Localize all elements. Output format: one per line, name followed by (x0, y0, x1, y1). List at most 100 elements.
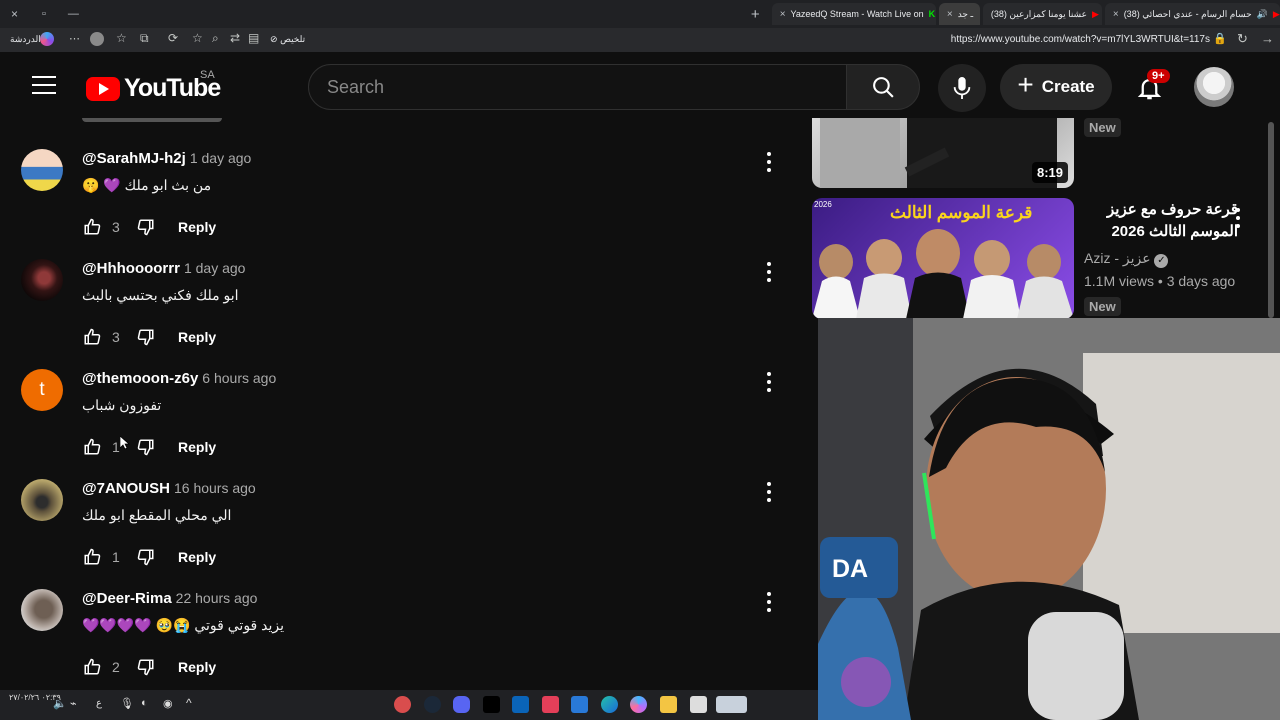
reply-button[interactable]: Reply (178, 329, 216, 345)
tray-icon-2[interactable]: ◉ (163, 697, 173, 710)
dislike-button[interactable] (136, 437, 156, 457)
menu-icon[interactable] (32, 76, 56, 94)
comment-menu-icon[interactable] (767, 262, 773, 282)
store-icon[interactable] (571, 696, 588, 713)
author-handle[interactable]: @Deer-Rima (82, 590, 172, 607)
comment-author[interactable]: @Hhhoooorrr 1 day ago (82, 260, 245, 277)
wifi-icon[interactable]: ⌁ (70, 697, 77, 710)
reload-icon[interactable]: ↻ (1237, 31, 1248, 47)
minimize-window-icon[interactable]: — (68, 8, 79, 20)
page-scrollbar[interactable] (1268, 122, 1274, 318)
author-handle[interactable]: @themooon-z6y (82, 370, 198, 387)
search-button[interactable] (846, 64, 920, 110)
video-title[interactable]: قرعة حروف مع عزيز الموسم الثالث 2026 (1084, 199, 1238, 243)
tab-youtube-active[interactable]: × ـ جد (938, 3, 980, 25)
show-hidden-icons[interactable]: ^ (186, 696, 192, 710)
comment-time[interactable]: 1 day ago (190, 150, 252, 166)
video-menu-icon[interactable] (1236, 208, 1242, 228)
comment-menu-icon[interactable] (767, 372, 773, 392)
author-handle[interactable]: @7ANOUSH (82, 480, 170, 497)
back-icon[interactable]: → (1261, 31, 1274, 46)
app-icon-2[interactable] (690, 696, 707, 713)
like-button[interactable] (82, 327, 102, 347)
summarize-button[interactable]: ⊘ تلخيص (270, 34, 305, 45)
microphone-status-icon[interactable]: 🎙 (120, 697, 134, 710)
comment-author[interactable]: @7ANOUSH 16 hours ago (82, 480, 256, 497)
translate-icon[interactable]: ⇄ (230, 31, 240, 45)
speaker-icon[interactable]: 🔊 (1257, 9, 1268, 20)
comment-author[interactable]: @themooon-z6y 6 hours ago (82, 370, 276, 387)
recommended-video-thumbnail[interactable]: 8:19 (812, 118, 1074, 188)
favorite-star-icon[interactable]: ☆ (192, 31, 203, 45)
tab-close-icon[interactable]: × (780, 9, 786, 20)
create-button[interactable]: + Create (1000, 64, 1112, 110)
comment-time[interactable]: 6 hours ago (202, 370, 276, 386)
restore-window-icon[interactable]: ▫ (42, 8, 46, 20)
tab-close-icon[interactable]: × (1113, 9, 1119, 20)
reply-button[interactable]: Reply (178, 219, 216, 235)
search-input[interactable]: Search (308, 64, 848, 110)
comment-avatar[interactable]: t (21, 369, 63, 411)
gift-app-icon[interactable] (542, 696, 559, 713)
extensions-icon[interactable]: ⧉ (140, 31, 149, 46)
thumbs-up-icon (84, 658, 101, 675)
reply-button[interactable]: Reply (178, 659, 216, 675)
dislike-button[interactable] (136, 327, 156, 347)
copilot-app-icon[interactable] (630, 696, 647, 713)
like-button[interactable] (82, 217, 102, 237)
like-button[interactable] (82, 547, 102, 567)
like-button[interactable] (82, 437, 102, 457)
tab-youtube-farmers[interactable]: (38) عشنا يومنا كمزارعين ▶ (982, 3, 1102, 25)
comment-avatar[interactable] (21, 259, 63, 301)
comment-time[interactable]: 22 hours ago (176, 590, 258, 606)
outlook-icon[interactable] (512, 696, 529, 713)
file-explorer-icon[interactable] (660, 696, 677, 713)
dislike-button[interactable] (136, 217, 156, 237)
new-tab-button[interactable]: + (751, 6, 760, 23)
capcut-icon[interactable] (483, 696, 500, 713)
comment-menu-icon[interactable] (767, 152, 773, 172)
reader-icon[interactable]: ▤ (248, 31, 259, 45)
comment-avatar[interactable] (21, 479, 63, 521)
chat-label[interactable]: الدردشة (10, 34, 41, 45)
like-button[interactable] (82, 657, 102, 677)
channel-label[interactable]: Aziz - عزيز (1084, 250, 1151, 266)
profile-icon[interactable] (90, 32, 104, 46)
dislike-button[interactable] (136, 547, 156, 567)
volume-icon[interactable]: 🔈 (53, 697, 67, 710)
discord-icon[interactable] (453, 696, 470, 713)
comment-time[interactable]: 16 hours ago (174, 480, 256, 496)
steam-icon[interactable] (424, 696, 441, 713)
copilot-icon[interactable] (40, 32, 54, 46)
favorites-icon[interactable]: ☆ (116, 31, 127, 45)
tab-close-icon[interactable]: × (947, 9, 953, 20)
comment-menu-icon[interactable] (767, 592, 773, 612)
app-icon-3[interactable] (716, 696, 747, 713)
tab-youtube-hussam[interactable]: × (38) حسام الرسام - عندي احصائي 🔊 ▶ (1104, 3, 1280, 25)
edge-icon[interactable] (601, 696, 618, 713)
url-field[interactable]: https://www.youtube.com/watch?v=m7lYL3WR… (951, 34, 1210, 45)
language-indicator[interactable]: ع (96, 698, 102, 709)
account-avatar[interactable] (1194, 67, 1234, 107)
zoom-icon[interactable]: ⌕ (212, 31, 219, 46)
comment-avatar[interactable] (21, 589, 63, 631)
comment-author[interactable]: @Deer-Rima 22 hours ago (82, 590, 257, 607)
tray-icon-1[interactable]: ◐ (141, 697, 148, 709)
channel-name[interactable]: Aziz - عزيز ✓ (1084, 250, 1169, 268)
comment-author[interactable]: @SarahMJ-h2j 1 day ago (82, 150, 251, 167)
reply-button[interactable]: Reply (178, 439, 216, 455)
dislike-button[interactable] (136, 657, 156, 677)
comment-avatar[interactable] (21, 149, 63, 191)
tab-yazeedq[interactable]: × YazeedQ Stream - Watch Live on K (771, 3, 936, 25)
voice-search-button[interactable] (938, 64, 986, 112)
close-window-icon[interactable]: × (11, 7, 18, 21)
author-handle[interactable]: @Hhhoooorrr (82, 260, 180, 277)
app-icon-1[interactable] (394, 696, 411, 713)
comment-menu-icon[interactable] (767, 482, 773, 502)
author-handle[interactable]: @SarahMJ-h2j (82, 150, 186, 167)
refresh-extension-icon[interactable]: ⟳ (168, 31, 178, 45)
comment-time[interactable]: 1 day ago (184, 260, 246, 276)
reply-button[interactable]: Reply (178, 549, 216, 565)
recommended-video-thumbnail[interactable]: 2026 قرعة الموسم الثالث (812, 198, 1074, 319)
more-menu-icon[interactable]: ⋯ (69, 32, 80, 45)
